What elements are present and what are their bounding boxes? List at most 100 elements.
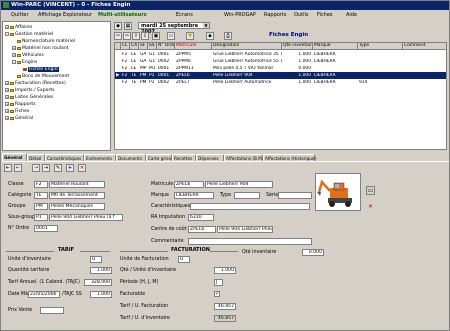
photo-load-icon[interactable]: ▭ bbox=[366, 186, 375, 195]
tree-item-facturation[interactable]: + Facturation (Recettes) bbox=[5, 80, 66, 86]
last-icon[interactable]: ⇥ bbox=[42, 164, 50, 172]
sousgroupe-code-field[interactable]: P1 bbox=[34, 214, 48, 221]
calendar-icon[interactable]: ▦ bbox=[124, 22, 132, 30]
tree-item-gestion-materiel[interactable]: - Gestion matériel bbox=[5, 31, 53, 37]
tree-item-vehicules[interactable]: + Véhicules bbox=[12, 52, 44, 58]
facturable-checkbox[interactable]: ✓ bbox=[214, 291, 220, 297]
arrow-right-icon[interactable]: ⇨ bbox=[123, 32, 131, 40]
ra-imputation-field[interactable]: 6310 bbox=[188, 214, 214, 221]
save-icon[interactable]: ▪ bbox=[206, 32, 214, 40]
date-maj-field[interactable]: 22/05/2006 bbox=[28, 291, 60, 298]
table-row[interactable]: F2 LE GA G1 0002 ZPPM6 Grue Liebherr Automotri… bbox=[115, 58, 446, 65]
menu-win-progap[interactable]: Win-PROGAP bbox=[224, 12, 256, 18]
col-header-qte-inventaire[interactable]: Qté inventaire bbox=[282, 43, 313, 50]
serie-field[interactable] bbox=[278, 192, 312, 199]
col-header-designation[interactable]: Désignation bbox=[212, 43, 282, 50]
prev-icon[interactable]: ⇠ bbox=[14, 164, 22, 172]
tarif-u-fact-field[interactable]: 46.857 bbox=[214, 303, 236, 310]
col-header-matricule[interactable]: Matricule bbox=[175, 43, 212, 50]
tree-item-rapports[interactable]: + Rapports bbox=[5, 101, 36, 107]
categorie-code-field[interactable]: TE bbox=[34, 192, 48, 199]
classe-field[interactable]: Matériel Roulant bbox=[49, 181, 105, 188]
table-row[interactable]: F2 LE GA G1 0001 ZPPM5 Grue Liebherr Automotri… bbox=[115, 51, 446, 58]
book-icon[interactable]: ▣ bbox=[152, 32, 160, 40]
first-icon[interactable]: ⇤ bbox=[4, 164, 12, 172]
tree-item-materiel-non-roulant[interactable]: + Matériel non roulant bbox=[12, 45, 69, 51]
ordre-field[interactable]: 0001 bbox=[34, 225, 58, 232]
cell-cl: F2 bbox=[122, 73, 128, 78]
col-header-ss[interactable]: SS bbox=[148, 43, 157, 50]
date-picker[interactable]: mardi 25 septembre 2007 ▼ bbox=[138, 22, 210, 35]
tree-item-general[interactable]: + Général bbox=[5, 115, 33, 121]
arrow-left-icon[interactable]: ⇦ bbox=[114, 32, 122, 40]
centre-cout-field[interactable]: Pelle 904 Liebherr Pneu bbox=[217, 226, 273, 233]
tree-item-fiches-engin[interactable]: Fiches Engin bbox=[23, 66, 59, 72]
commentaire-label: Commentaire bbox=[151, 239, 184, 244]
prix-vente-field[interactable] bbox=[40, 307, 64, 314]
filter-icon[interactable]: ▼ bbox=[186, 32, 194, 40]
arrow-up-icon[interactable]: ⇧ bbox=[132, 32, 140, 40]
menu-explorateur[interactable]: Explorateur bbox=[63, 12, 92, 18]
tajc-field[interactable]: 1.000 bbox=[90, 291, 112, 298]
delete-icon[interactable]: ✕ bbox=[78, 164, 86, 172]
unite-inventaire-field[interactable]: U bbox=[90, 256, 102, 263]
qte-inventaire-field[interactable]: 0.000 bbox=[302, 249, 324, 256]
next-icon[interactable]: ⇢ bbox=[32, 164, 40, 172]
tree-item-imports-exports[interactable]: + Imports / Exports bbox=[5, 87, 55, 93]
col-header-marque[interactable]: Marque bbox=[313, 43, 358, 50]
groupe-label: Groupe bbox=[8, 204, 26, 209]
col-header-type[interactable]: Type bbox=[358, 43, 403, 50]
menu-fiches[interactable]: Fiches bbox=[317, 12, 333, 18]
print-icon[interactable]: ⎙ bbox=[224, 32, 232, 40]
arrow-down-icon[interactable]: ⇩ bbox=[141, 32, 149, 40]
table-row[interactable]: F2 LE MP M1 0001 ZPPM11 Mini pelle 4,5 T VIO Y… bbox=[115, 65, 446, 72]
menu-multi-utilisateurs[interactable]: Multi-utilisateurs bbox=[98, 12, 147, 18]
menu-affichage[interactable]: Affichage bbox=[38, 12, 62, 18]
menu-quitter[interactable]: Quitter bbox=[11, 12, 29, 18]
marque-field[interactable]: LIEBHERR bbox=[174, 192, 214, 199]
tree-item-affaires[interactable]: + Affaires bbox=[5, 24, 32, 30]
classe-code-field[interactable]: F2 bbox=[34, 181, 48, 188]
categorie-field[interactable]: Mtl de Terrassement bbox=[49, 192, 105, 199]
centre-cout-code-field[interactable]: ZPEL6 bbox=[188, 226, 216, 233]
nav-icon[interactable]: ◆ bbox=[114, 22, 122, 30]
menu-ecrans[interactable]: Ecrans bbox=[176, 12, 193, 18]
cell-matricule: ZPEL6 bbox=[176, 73, 190, 78]
list-title: Fiches Engin bbox=[269, 32, 309, 38]
groupe-field[interactable]: Pelles Mécaniques bbox=[49, 203, 105, 210]
tarif-annuel-field[interactable]: 328.000 bbox=[84, 279, 112, 286]
commentaire-field[interactable] bbox=[188, 238, 312, 245]
cell-marque: LIEBHERR bbox=[314, 52, 336, 57]
col-header-comment[interactable]: Comment bbox=[403, 43, 446, 50]
col-header-ca[interactable]: CA bbox=[130, 43, 139, 50]
sousgroupe-field[interactable]: Pelle 904 Liebherr Pneu (à f bbox=[49, 214, 123, 221]
tree-item-bons-mouvement[interactable]: Bons de Mouvement bbox=[17, 73, 69, 79]
table-row[interactable]: F2 TE PM P1 0002 ZPEL7 Pelle Liebherr Automotr… bbox=[115, 79, 446, 86]
groupe-code-field[interactable]: PM bbox=[34, 203, 48, 210]
tree-item-engins[interactable]: - Engins bbox=[12, 59, 37, 65]
menu-rapports[interactable]: Rapports bbox=[264, 12, 286, 18]
col-header-cl[interactable]: CL bbox=[121, 43, 130, 50]
matricule-code-field[interactable]: ZPEL6 bbox=[174, 181, 204, 188]
unite-facturation-field[interactable]: U bbox=[178, 256, 190, 263]
matricule-field[interactable]: Pelle Liebherr 904 bbox=[205, 181, 273, 188]
edit-icon[interactable]: ✎ bbox=[54, 164, 62, 172]
tree-item-fiches[interactable]: + Fiches bbox=[5, 108, 29, 114]
add-icon[interactable]: + bbox=[66, 164, 74, 172]
photo-delete-icon[interactable]: ✕ bbox=[366, 203, 375, 212]
caracteristiques-field[interactable] bbox=[190, 203, 310, 210]
folder-open-icon[interactable]: ▭ bbox=[167, 32, 175, 40]
periode-field[interactable]: J bbox=[214, 279, 223, 286]
tree-item-nomenclature[interactable]: Nomenclature matériel bbox=[17, 38, 75, 44]
periode-label: Période (H, J, M) bbox=[120, 280, 159, 285]
qte-unite-field[interactable]: 1.000 bbox=[214, 267, 236, 274]
type-field[interactable] bbox=[234, 192, 260, 199]
col-header-n-ordre[interactable]: N° Ordre bbox=[157, 43, 175, 50]
chevron-down-icon[interactable]: ▼ bbox=[203, 23, 209, 28]
menu-outils[interactable]: Outils bbox=[294, 12, 308, 18]
table-row[interactable]: ▶ F2 TE PM P1 0001 ZPEL6 Pelle Liebherr 904 1.00… bbox=[115, 72, 446, 79]
tree-item-listes-generales[interactable]: + Listes Générales bbox=[5, 94, 53, 100]
quantite-tarifaire-field[interactable]: 1.000 bbox=[90, 267, 112, 274]
menu-aide[interactable]: Aide bbox=[346, 12, 357, 18]
col-header-sf[interactable]: SF bbox=[139, 43, 148, 50]
